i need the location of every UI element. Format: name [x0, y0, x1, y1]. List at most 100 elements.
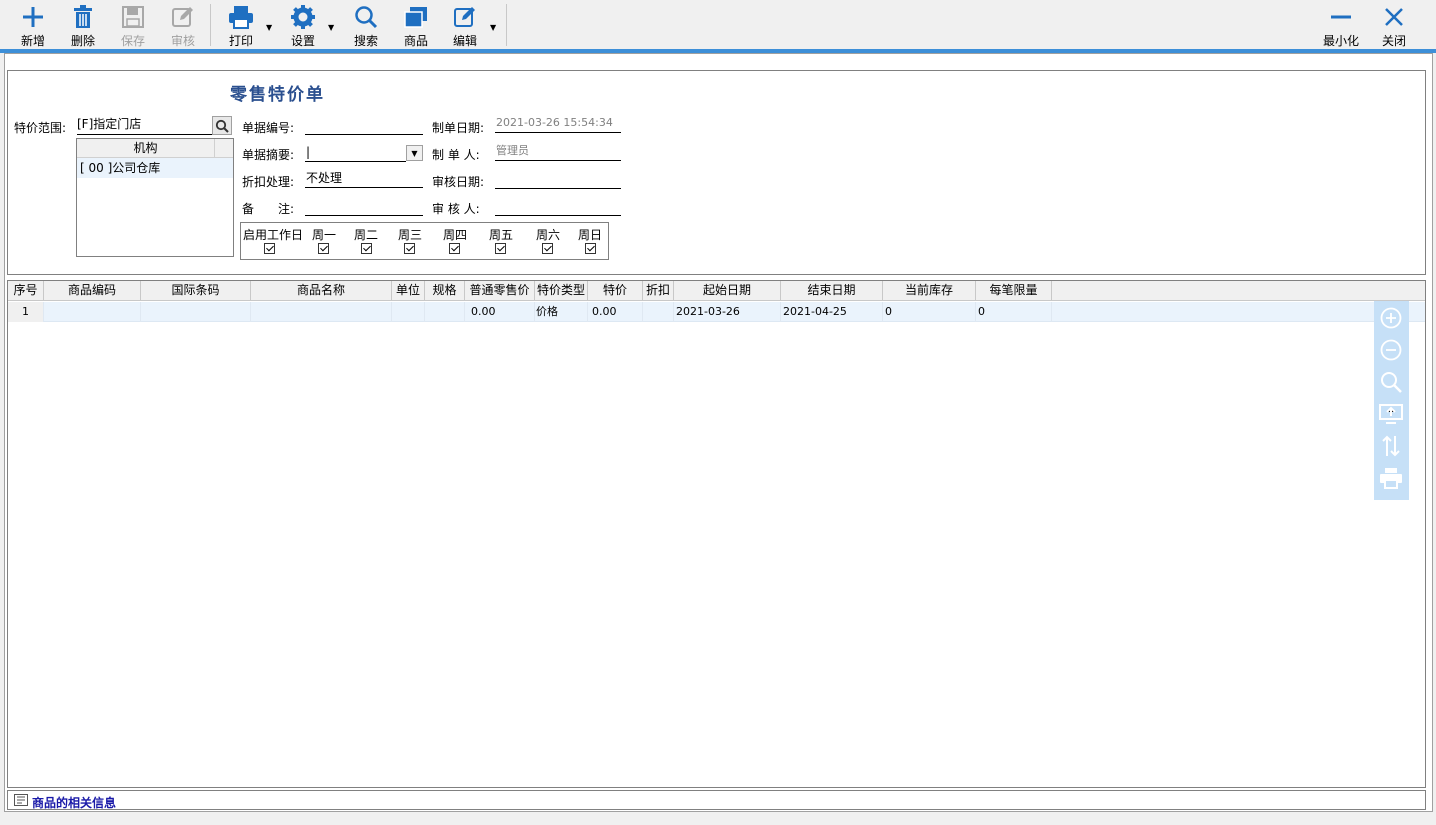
trash-icon — [70, 4, 96, 29]
cell-unit[interactable] — [392, 302, 425, 322]
column-header[interactable]: 特价类型 — [535, 281, 588, 301]
weekday-fri-checkbox[interactable] — [495, 243, 506, 254]
scope-input[interactable]: [F]指定门店 — [77, 116, 212, 135]
close-label: 关闭 — [1381, 34, 1406, 48]
plus-icon — [20, 4, 46, 29]
close-button[interactable]: 关闭 — [1377, 0, 1411, 49]
related-info-label: 商品的相关信息 — [32, 796, 117, 810]
discount-field[interactable]: 不处理 — [305, 170, 423, 188]
cell-code[interactable] — [44, 302, 141, 322]
list-item[interactable]: [ 00 ]公司仓库 — [77, 158, 233, 178]
screen-icon[interactable] — [1379, 402, 1403, 426]
settings-button[interactable]: 设置 — [286, 0, 320, 49]
creator-field: 管理员 — [495, 143, 621, 161]
edit-dropdown-icon[interactable]: ▼ — [490, 23, 496, 32]
summary-dropdown-icon[interactable]: ▼ — [406, 145, 423, 161]
floppy-icon — [120, 4, 146, 29]
weekday-enable-checkbox[interactable] — [264, 243, 275, 254]
audit-button[interactable]: 审核 — [166, 0, 200, 49]
weekday-wed-checkbox[interactable] — [404, 243, 415, 254]
search-button[interactable]: 搜索 — [349, 0, 383, 49]
cell-limit[interactable]: 0 — [976, 302, 1052, 322]
grid-side-toolbar — [1374, 301, 1409, 500]
add-circle-icon[interactable] — [1379, 306, 1403, 330]
audit-label: 审核 — [170, 34, 195, 48]
column-header[interactable]: 序号 — [8, 281, 44, 301]
remove-circle-icon[interactable] — [1379, 338, 1403, 362]
cell-price-type[interactable]: 价格 — [535, 302, 588, 322]
edit-button[interactable]: 编辑 — [448, 0, 482, 49]
weekday-thu-label: 周四 — [443, 228, 468, 242]
delete-button[interactable]: 删除 — [66, 0, 100, 49]
save-button[interactable]: 保存 — [116, 0, 150, 49]
cell-discount[interactable] — [643, 302, 674, 322]
audit-date-field — [495, 171, 621, 189]
column-header[interactable]: 起始日期 — [674, 281, 781, 301]
related-info-bar[interactable]: 商品的相关信息 — [7, 790, 1426, 810]
discount-label: 折扣处理: — [242, 175, 295, 189]
cell-spec[interactable] — [425, 302, 465, 322]
auditor-label: 审 核 人: — [432, 202, 480, 216]
cell-end-date[interactable]: 2021-04-25 — [781, 302, 883, 322]
weekday-thu-checkbox[interactable] — [449, 243, 460, 254]
column-header[interactable]: 商品编码 — [44, 281, 141, 301]
document-icon — [14, 794, 28, 809]
doc-no-field[interactable] — [305, 117, 423, 135]
cell-stock[interactable]: 0 — [883, 302, 976, 322]
print-dropdown-icon[interactable]: ▼ — [266, 23, 272, 32]
column-header[interactable]: 单位 — [392, 281, 425, 301]
new-label: 新增 — [20, 34, 45, 48]
org-list[interactable]: 机构 [ 00 ]公司仓库 — [76, 138, 234, 257]
minimize-label: 最小化 — [1322, 34, 1359, 48]
weekday-tue-checkbox[interactable] — [361, 243, 372, 254]
weekday-sun-label: 周日 — [578, 228, 603, 242]
minimize-icon — [1328, 4, 1354, 29]
weekday-mon-checkbox[interactable] — [318, 243, 329, 254]
items-grid[interactable]: 序号 商品编码 国际条码 商品名称 单位 规格 普通零售价 特价类型 特价 折扣… — [7, 280, 1426, 788]
column-header[interactable]: 结束日期 — [781, 281, 883, 301]
table-row[interactable]: 1 0.00 价格 0.00 2021-03-26 2021-04-25 0 0 — [8, 302, 1425, 322]
settings-dropdown-icon[interactable]: ▼ — [328, 23, 334, 32]
edit-label: 编辑 — [452, 34, 477, 48]
weekday-enable-label: 启用工作日 — [243, 228, 304, 242]
minimize-button[interactable]: 最小化 — [1320, 0, 1362, 49]
weekday-sun-checkbox[interactable] — [585, 243, 596, 254]
goods-label: 商品 — [403, 34, 428, 48]
cell-retail-price[interactable]: 0.00 — [465, 302, 535, 322]
column-header[interactable]: 商品名称 — [251, 281, 392, 301]
column-header[interactable]: 规格 — [425, 281, 465, 301]
cell-name[interactable] — [251, 302, 392, 322]
print-button[interactable]: 打印 — [224, 0, 258, 49]
weekday-sat-checkbox[interactable] — [542, 243, 553, 254]
remark-field[interactable] — [305, 198, 423, 216]
sort-icon[interactable] — [1379, 434, 1403, 458]
weekday-wed-label: 周三 — [398, 228, 423, 242]
column-header[interactable]: 每笔限量 — [976, 281, 1052, 301]
search-icon[interactable] — [1379, 370, 1403, 394]
created-date-field: 2021-03-26 15:54:34 — [495, 115, 621, 133]
gear-icon — [290, 4, 316, 29]
print-icon[interactable] — [1379, 466, 1403, 490]
printer-icon — [228, 4, 254, 29]
column-header[interactable]: 折扣 — [643, 281, 674, 301]
column-header[interactable]: 国际条码 — [141, 281, 251, 301]
creator-label: 制 单 人: — [432, 148, 480, 162]
weekday-tue-label: 周二 — [354, 228, 379, 242]
org-list-header: 机构 — [77, 139, 233, 158]
summary-label: 单据摘要: — [242, 148, 295, 162]
cell-special-price[interactable]: 0.00 — [588, 302, 643, 322]
edit-note-icon — [170, 4, 196, 29]
summary-combo[interactable]: | — [305, 144, 406, 162]
grid-header: 序号 商品编码 国际条码 商品名称 单位 规格 普通零售价 特价类型 特价 折扣… — [8, 281, 1425, 301]
scope-lookup-button[interactable] — [212, 116, 232, 135]
new-button[interactable]: 新增 — [16, 0, 50, 49]
scope-label: 特价范围: — [14, 121, 67, 135]
goods-button[interactable]: 商品 — [399, 0, 433, 49]
search-icon — [353, 4, 379, 29]
save-label: 保存 — [120, 34, 145, 48]
column-header[interactable]: 特价 — [588, 281, 643, 301]
column-header[interactable]: 普通零售价 — [465, 281, 535, 301]
column-header[interactable]: 当前库存 — [883, 281, 976, 301]
cell-barcode[interactable] — [141, 302, 251, 322]
cell-start-date[interactable]: 2021-03-26 — [674, 302, 781, 322]
